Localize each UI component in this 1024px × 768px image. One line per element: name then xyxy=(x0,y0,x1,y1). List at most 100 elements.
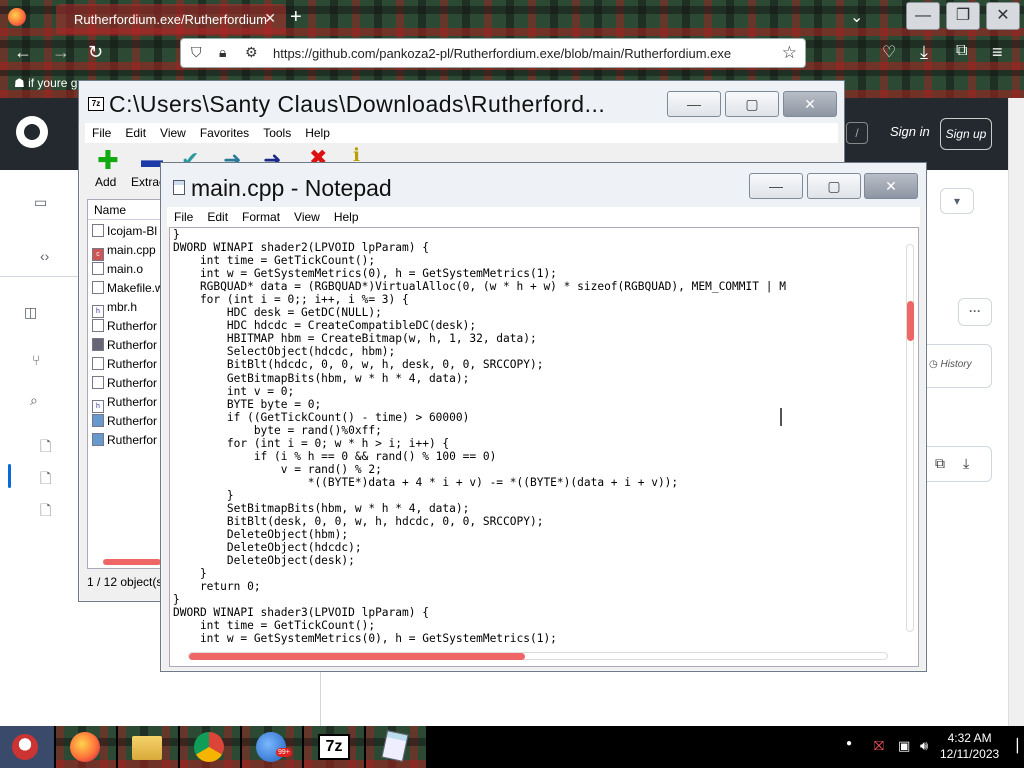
maximize-button[interactable]: ▢ xyxy=(725,91,779,117)
list-tabs-icon[interactable]: ⌄ xyxy=(850,7,863,27)
browser-close-button[interactable]: ✕ xyxy=(986,2,1020,30)
lock-icon[interactable]: 🔒︎ xyxy=(219,44,226,61)
search-icon[interactable]: ⌕ xyxy=(30,392,38,409)
tab-close-icon[interactable]: ✕ xyxy=(264,10,276,27)
taskbar-notepad[interactable] xyxy=(366,726,426,768)
vertical-scrollbar[interactable] xyxy=(906,244,914,632)
list-item[interactable]: Rutherfor xyxy=(92,357,162,375)
copy-icon[interactable]: ⧉ xyxy=(935,455,945,472)
start-button[interactable] xyxy=(0,726,54,768)
add-icon[interactable]: ✚ xyxy=(97,145,119,176)
scrollbar-thumb[interactable] xyxy=(189,653,525,660)
downloads-icon[interactable]: ⤓ xyxy=(920,42,928,63)
reload-icon[interactable]: ↻ xyxy=(88,42,103,63)
file-icon[interactable]: 🗋︎ xyxy=(40,436,51,460)
close-button[interactable]: ✕ xyxy=(783,91,837,117)
pocket-icon[interactable]: ♡ xyxy=(882,42,896,62)
list-item[interactable]: Rutherfor xyxy=(92,414,162,432)
taskbar-messenger[interactable]: 99+ xyxy=(242,726,302,768)
menu-icon[interactable]: ≡ xyxy=(992,42,1003,63)
taskbar-chrome[interactable] xyxy=(180,726,240,768)
menu-view[interactable]: View xyxy=(287,207,327,224)
code-text[interactable]: } DWORD WINAPI shader2(LPVOID lpParam) {… xyxy=(173,228,786,646)
permissions-icon[interactable]: ⚙ xyxy=(245,44,258,61)
firefox-icon[interactable] xyxy=(8,8,26,26)
menu-edit[interactable]: Edit xyxy=(200,207,235,224)
url-bar[interactable]: ⛉ 🔒︎ ⚙ https://github.com/pankoza2-pl/Ru… xyxy=(180,38,806,68)
back-icon[interactable]: ← xyxy=(14,42,32,63)
clock[interactable]: 4:32 AM 12/11/2023 xyxy=(940,730,999,762)
list-item[interactable]: Rutherfor xyxy=(92,376,162,394)
menu-bar: File Edit View Favorites Tools Help xyxy=(85,123,838,143)
history-button[interactable]: ◷ History xyxy=(920,344,992,388)
browser-maximize-button[interactable]: ❐ xyxy=(946,2,980,30)
header-file-icon: h xyxy=(92,305,104,318)
add-button[interactable]: Add xyxy=(95,175,116,189)
taskbar-firefox[interactable] xyxy=(56,726,116,768)
horizontal-scrollbar[interactable] xyxy=(103,559,161,565)
menu-favorites[interactable]: Favorites xyxy=(193,123,256,140)
notepad-titlebar[interactable]: main.cpp - Notepad — ▢ ✕ xyxy=(161,163,926,207)
list-item[interactable]: Rutherfor xyxy=(92,319,162,337)
horizontal-scrollbar[interactable] xyxy=(188,652,888,660)
bookmark-item[interactable]: ☗ if youre g xyxy=(14,76,77,90)
list-item[interactable]: h Rutherfor xyxy=(92,395,162,413)
search-shortcut-key[interactable]: / xyxy=(846,122,868,144)
file-icon[interactable]: 🗋︎ xyxy=(40,468,51,492)
maximize-button[interactable]: ▢ xyxy=(807,173,861,199)
show-desktop-button[interactable]: ▕ xyxy=(1008,738,1018,754)
menu-file[interactable]: File xyxy=(85,123,118,140)
bookmark-icon: ☗ xyxy=(14,76,29,90)
page-scrollbar[interactable] xyxy=(1008,98,1024,726)
close-button[interactable]: ✕ xyxy=(864,173,918,199)
bookmark-star-icon[interactable]: ☆ xyxy=(782,43,797,63)
more-options-button[interactable]: ··· xyxy=(958,298,992,326)
tray-dot-icon[interactable]: ● xyxy=(846,738,852,749)
taskbar-file-explorer[interactable] xyxy=(118,726,178,768)
menu-format[interactable]: Format xyxy=(235,207,287,224)
volume-icon[interactable]: 🔊︎ xyxy=(920,738,928,754)
github-logo-icon[interactable] xyxy=(16,116,48,148)
list-item[interactable]: h mbr.h xyxy=(92,300,162,318)
sign-up-button[interactable]: Sign up xyxy=(940,118,992,150)
branch-icon[interactable]: ⑂ xyxy=(32,352,40,368)
window-title: main.cpp - Notepad xyxy=(191,175,392,201)
column-header-name[interactable]: Name xyxy=(88,200,162,220)
file-icon[interactable]: 🗋︎ xyxy=(40,500,51,524)
menu-help[interactable]: Help xyxy=(327,207,366,224)
branch-dropdown[interactable]: ▾ xyxy=(940,188,974,214)
sevenzip-titlebar[interactable]: 7z C:\Users\Santy Claus\Downloads\Ruther… xyxy=(79,81,844,123)
tray-monitor-icon[interactable]: ▣ xyxy=(898,738,910,754)
new-tab-button[interactable]: + xyxy=(290,6,302,29)
list-item[interactable]: Icojam-Bl xyxy=(92,224,162,242)
browser-tab[interactable]: Rutherfordium.exe/Rutherfordium ✕ xyxy=(56,4,286,34)
minimize-button[interactable]: — xyxy=(667,91,721,117)
file-icon xyxy=(92,224,104,237)
network-icon[interactable]: ⛝ xyxy=(874,738,884,754)
list-item[interactable]: main.o xyxy=(92,262,162,280)
browser-minimize-button[interactable]: — xyxy=(906,2,940,30)
sign-in-link[interactable]: Sign in xyxy=(890,124,930,139)
menu-edit[interactable]: Edit xyxy=(118,123,153,140)
minimize-button[interactable]: — xyxy=(749,173,803,199)
forward-icon[interactable]: → xyxy=(52,42,70,63)
menu-tools[interactable]: Tools xyxy=(256,123,298,140)
text-editor[interactable]: } DWORD WINAPI shader2(LPVOID lpParam) {… xyxy=(169,227,919,667)
download-icon[interactable]: ⤓ xyxy=(963,455,969,472)
menu-help[interactable]: Help xyxy=(298,123,337,140)
url-text[interactable]: https://github.com/pankoza2-pl/Rutherfor… xyxy=(273,46,731,61)
list-item[interactable]: c main.cpp xyxy=(92,243,162,261)
sidebar-toggle-icon[interactable]: ◫ xyxy=(24,304,37,321)
clock-time: 4:32 AM xyxy=(947,731,992,745)
list-item[interactable]: Makefile.w xyxy=(92,281,162,299)
shield-icon[interactable]: ⛉ xyxy=(191,44,202,61)
menu-file[interactable]: File xyxy=(167,207,200,224)
list-item[interactable]: Rutherfor xyxy=(92,338,162,356)
history-label: History xyxy=(940,359,972,370)
scrollbar-thumb[interactable] xyxy=(907,301,914,341)
list-item[interactable]: Rutherfor xyxy=(92,433,162,451)
taskbar-sevenzip[interactable]: 7z xyxy=(304,726,364,768)
menu-view[interactable]: View xyxy=(153,123,193,140)
code-icon[interactable]: ‹› xyxy=(40,248,49,264)
extensions-icon[interactable]: ⧉ xyxy=(956,42,967,60)
